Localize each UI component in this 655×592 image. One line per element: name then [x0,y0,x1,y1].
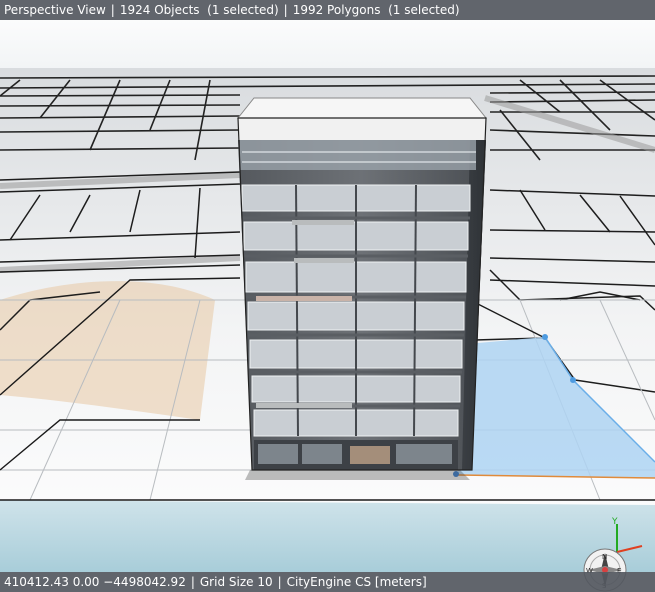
viewport-status-bar: 410412.43 0.00 −4498042.92 | Grid Size 10 |… [0,572,655,592]
compass-n: N [602,553,607,561]
separator: | [190,575,195,589]
separator: | [277,575,282,589]
scene-3d[interactable]: Y Z [0,0,655,592]
object-count: 1924 Objects [119,3,200,17]
selected-building[interactable] [236,97,488,471]
shop-windows [258,444,452,464]
building-shadow [245,470,470,480]
polygon-selected: (1 selected) [388,3,460,17]
viewport-info-bar: Perspective View | 1924 Objects (1 selecte… [0,0,655,20]
grid-size: Grid Size 10 [199,575,273,589]
facade-floors [241,184,471,437]
cursor-coordinates: 410412.43 0.00 −4498042.92 [4,575,186,589]
polygon-count: 1992 Polygons [292,3,381,17]
coordinate-system: CityEngine CS [meters] [286,575,427,589]
perspective-viewport[interactable]: Y Z N E S W Perspective View|1924 Object… [0,0,655,592]
y-axis-label: Y [611,517,618,527]
separator: | [110,3,115,17]
object-selected: (1 selected) [207,3,279,17]
separator: | [283,3,288,17]
view-name[interactable]: Perspective View [4,3,106,17]
terrain-water [0,500,655,572]
